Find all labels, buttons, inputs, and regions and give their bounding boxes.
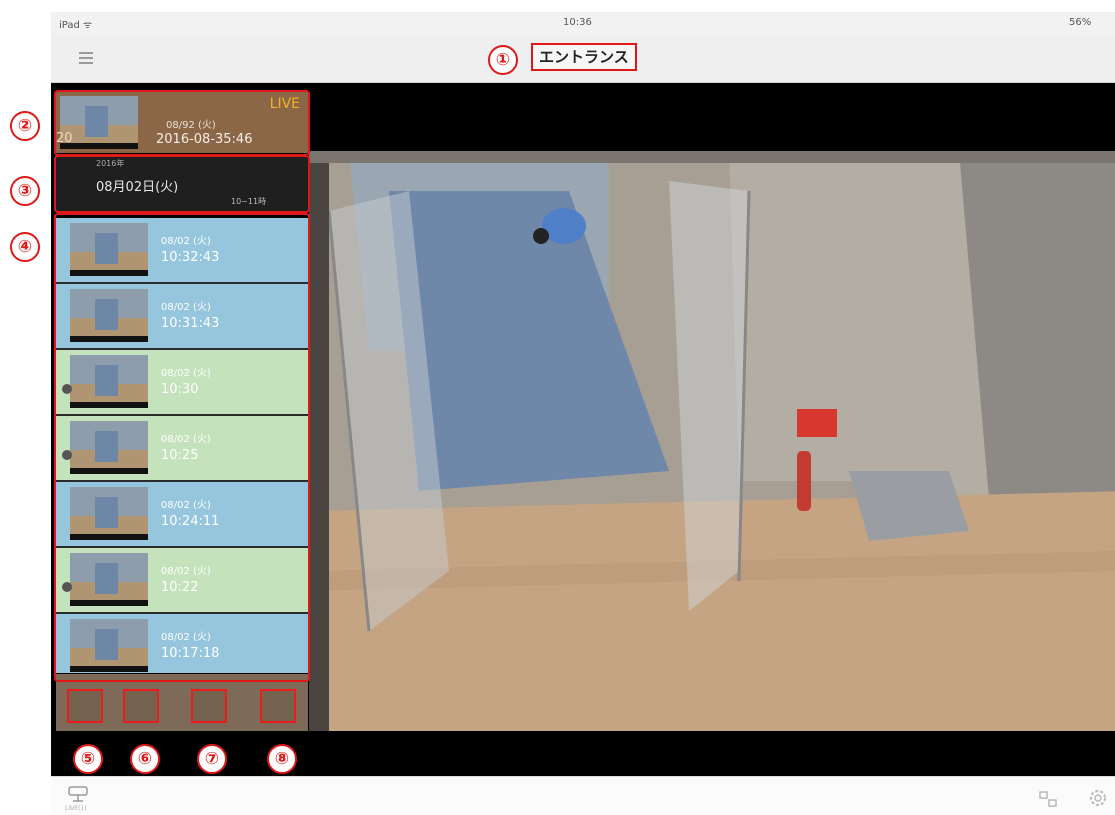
recording-time: 10:32:43 bbox=[161, 250, 220, 265]
recording-thumbnail bbox=[70, 289, 148, 342]
recording-date: 08/02 (火) bbox=[161, 368, 211, 379]
annotation-marker-6: ⑥ bbox=[130, 744, 160, 774]
recording-time: 10:31:43 bbox=[161, 316, 220, 331]
motion-indicator-icon bbox=[62, 582, 72, 592]
battery-level: 56% bbox=[1069, 17, 1092, 28]
recording-thumbnail bbox=[70, 223, 148, 276]
bottom-toolbar: LIVE(1) bbox=[51, 776, 1115, 815]
recording-list-item[interactable]: 08/02 (火) 10:22 bbox=[56, 548, 308, 612]
device-label: iPad ᯤ bbox=[59, 20, 93, 31]
recording-list[interactable]: 08/02 (火) 10:32:43 08/02 (火) 10:31:43 08/02 … bbox=[56, 218, 308, 673]
recording-thumbnail bbox=[70, 421, 148, 474]
recording-list-item[interactable]: 08/02 (火) 10:24:11 bbox=[56, 482, 308, 546]
ptz-icon[interactable] bbox=[1039, 791, 1057, 807]
recording-date: 08/02 (火) bbox=[161, 302, 211, 313]
recording-list-item[interactable]: 08/02 (火) 10:17:18 bbox=[56, 614, 308, 673]
recording-thumbnail bbox=[70, 487, 148, 540]
date-selector-cell[interactable]: 2016年 08月02日(火) 10~11時 bbox=[56, 154, 308, 211]
recording-thumbnail bbox=[70, 553, 148, 606]
recording-time: 10:22 bbox=[161, 580, 199, 595]
recording-date: 08/02 (火) bbox=[161, 236, 211, 247]
recording-list-item[interactable]: 08/02 (火) 10:30 bbox=[56, 350, 308, 414]
annotation-marker-8: ⑧ bbox=[267, 744, 297, 774]
clock: 10:36 bbox=[563, 17, 592, 28]
annotation-marker-5: ⑤ bbox=[73, 744, 103, 774]
annotation-marker-2: ② bbox=[10, 111, 40, 141]
recording-time: 10:30 bbox=[161, 382, 199, 397]
recording-list-item[interactable]: 08/02 (火) 10:25 bbox=[56, 416, 308, 480]
recording-thumbnail bbox=[70, 355, 148, 408]
annotation-marker-4: ④ bbox=[10, 232, 40, 262]
date-label: 08月02日(火) bbox=[96, 180, 179, 195]
recording-thumbnail bbox=[70, 619, 148, 672]
recording-date: 08/02 (火) bbox=[161, 566, 211, 577]
motion-indicator-icon bbox=[62, 384, 72, 394]
camera-name-title: エントランス bbox=[531, 43, 637, 71]
annotation-marker-1: ① bbox=[488, 45, 518, 75]
recording-list-item[interactable]: 08/02 (火) 10:32:43 bbox=[56, 218, 308, 282]
recording-list-item[interactable]: 08/02 (火) 10:31:43 bbox=[56, 284, 308, 348]
recording-date: 08/02 (火) bbox=[161, 632, 211, 643]
status-bar: iPad ᯤ 10:36 56% bbox=[51, 12, 1115, 34]
control-button-6[interactable] bbox=[123, 689, 159, 723]
recording-time: 10:25 bbox=[161, 448, 199, 463]
live-preview-cell[interactable]: 20 LIVE 08/92 (火) 2016-08-35:46 bbox=[56, 92, 308, 153]
recording-date: 08/02 (火) bbox=[161, 434, 211, 445]
date-year: 2016年 bbox=[96, 159, 125, 168]
annotation-marker-3: ③ bbox=[10, 176, 40, 206]
recording-date: 08/02 (火) bbox=[161, 500, 211, 511]
ipad-screen: iPad ᯤ 10:36 56% エントランス 20 LIVE 08/92 (火… bbox=[51, 12, 1115, 815]
control-button-7[interactable] bbox=[191, 689, 227, 723]
live-badge: LIVE bbox=[269, 96, 300, 112]
hamburger-menu-icon[interactable] bbox=[79, 52, 93, 64]
live-ghost-text: 20 bbox=[56, 131, 73, 146]
control-button-8[interactable] bbox=[260, 689, 296, 723]
camera-scene bbox=[309, 151, 1115, 731]
live-time: 2016-08-35:46 bbox=[156, 132, 253, 147]
motion-indicator-icon bbox=[62, 450, 72, 460]
nav-bar: エントランス bbox=[51, 34, 1115, 83]
camera-icon-label: LIVE(1) bbox=[65, 805, 87, 812]
live-date: 08/92 (火) bbox=[166, 120, 216, 131]
recording-time: 10:17:18 bbox=[161, 646, 220, 661]
recording-time: 10:24:11 bbox=[161, 514, 220, 529]
gear-icon[interactable] bbox=[1087, 787, 1109, 809]
hour-range: 10~11時 bbox=[231, 197, 267, 206]
camera-live-view[interactable] bbox=[309, 151, 1115, 731]
control-button-5[interactable] bbox=[67, 689, 103, 723]
annotation-marker-7: ⑦ bbox=[197, 744, 227, 774]
playback-controls bbox=[56, 674, 308, 731]
